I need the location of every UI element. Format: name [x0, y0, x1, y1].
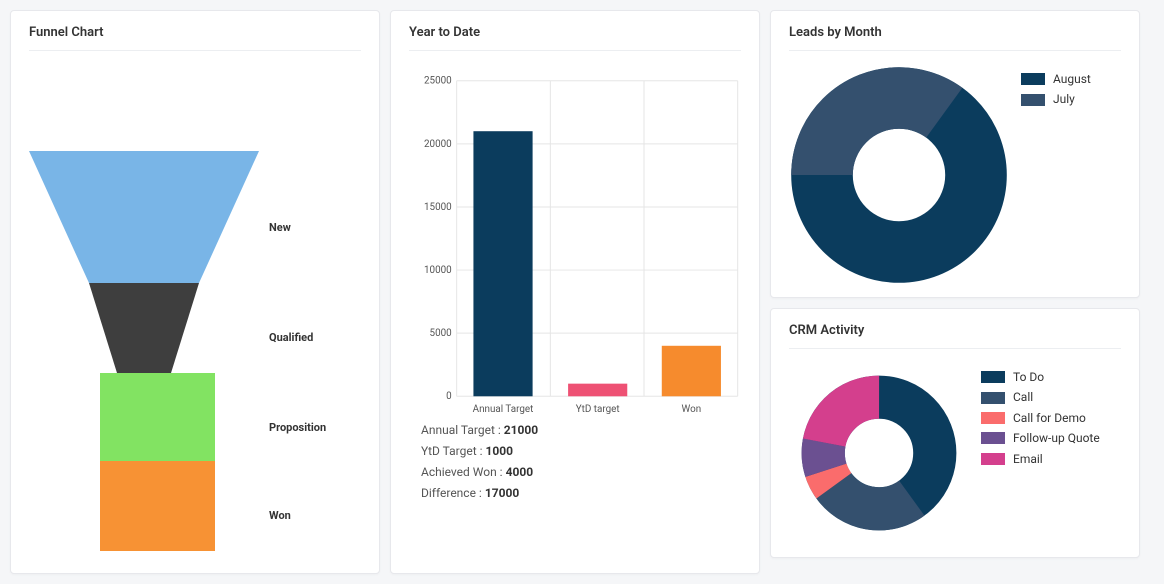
- svg-text:Won: Won: [682, 404, 702, 415]
- funnel-segment-won: [100, 461, 215, 551]
- leads-legend: August July: [1021, 65, 1091, 110]
- stat-ytd-target: YtD Target : 1000: [421, 441, 741, 462]
- funnel-label-qualified: Qualified: [269, 331, 313, 344]
- funnel-chart: New Qualified Proposition Won: [29, 61, 361, 541]
- swatch-call-icon: [981, 392, 1005, 404]
- legend-todo: To Do: [981, 367, 1100, 387]
- crm-donut-chart: To Do Call Call for Demo Follow-up Quote: [789, 359, 1121, 543]
- svg-text:0: 0: [446, 391, 452, 402]
- funnel-title: Funnel Chart: [29, 25, 361, 51]
- ytd-bar-svg: 0 5000 10000 15000 20000 25000: [409, 61, 741, 416]
- svg-text:15000: 15000: [424, 202, 452, 213]
- svg-text:20000: 20000: [424, 139, 452, 150]
- swatch-august-icon: [1021, 73, 1045, 85]
- leads-donut-chart: August July: [789, 61, 1121, 285]
- swatch-todo-icon: [981, 371, 1005, 383]
- bar-annual-target: [473, 131, 532, 396]
- swatch-demo-icon: [981, 412, 1005, 424]
- stat-achieved: Achieved Won : 4000: [421, 462, 741, 483]
- leads-title: Leads by Month: [789, 25, 1121, 51]
- funnel-card: Funnel Chart New Qualified Proposition W…: [10, 10, 380, 574]
- svg-text:5000: 5000: [430, 328, 452, 339]
- ytd-stats: Annual Target : 21000 YtD Target : 1000 …: [409, 416, 741, 504]
- svg-text:10000: 10000: [424, 265, 452, 276]
- ytd-bar-chart: 0 5000 10000 15000 20000 25000: [409, 61, 741, 416]
- funnel-segment-proposition: [100, 373, 215, 461]
- funnel-label-won: Won: [269, 509, 291, 522]
- swatch-july-icon: [1021, 94, 1045, 106]
- funnel-segment-new: [29, 151, 259, 283]
- swatch-followup-icon: [981, 432, 1005, 444]
- svg-text:YtD target: YtD target: [576, 404, 620, 415]
- funnel-svg: [29, 61, 259, 551]
- funnel-label-new: New: [269, 221, 291, 234]
- svg-text:Annual Target: Annual Target: [473, 404, 534, 415]
- funnel-segment-qualified: [89, 283, 199, 373]
- swatch-email-icon: [981, 453, 1005, 465]
- stat-difference: Difference : 17000: [421, 483, 741, 504]
- legend-email: Email: [981, 449, 1100, 469]
- crm-card: CRM Activity: [770, 308, 1140, 558]
- leads-card: Leads by Month August: [770, 10, 1140, 298]
- crm-donut-svg: [789, 363, 969, 543]
- crm-legend: To Do Call Call for Demo Follow-up Quote: [981, 363, 1100, 469]
- legend-demo: Call for Demo: [981, 408, 1100, 428]
- bar-ytd-target: [568, 384, 627, 397]
- crm-title: CRM Activity: [789, 323, 1121, 349]
- ytd-card: Year to Date: [390, 10, 760, 574]
- svg-text:25000: 25000: [424, 76, 452, 87]
- legend-followup: Follow-up Quote: [981, 428, 1100, 448]
- legend-call: Call: [981, 387, 1100, 407]
- leads-donut-svg: [789, 65, 1009, 285]
- ytd-title: Year to Date: [409, 25, 741, 51]
- legend-july: July: [1021, 89, 1091, 109]
- bar-won: [662, 346, 721, 396]
- funnel-label-proposition: Proposition: [269, 421, 326, 434]
- legend-august: August: [1021, 69, 1091, 89]
- stat-annual-target: Annual Target : 21000: [421, 420, 741, 441]
